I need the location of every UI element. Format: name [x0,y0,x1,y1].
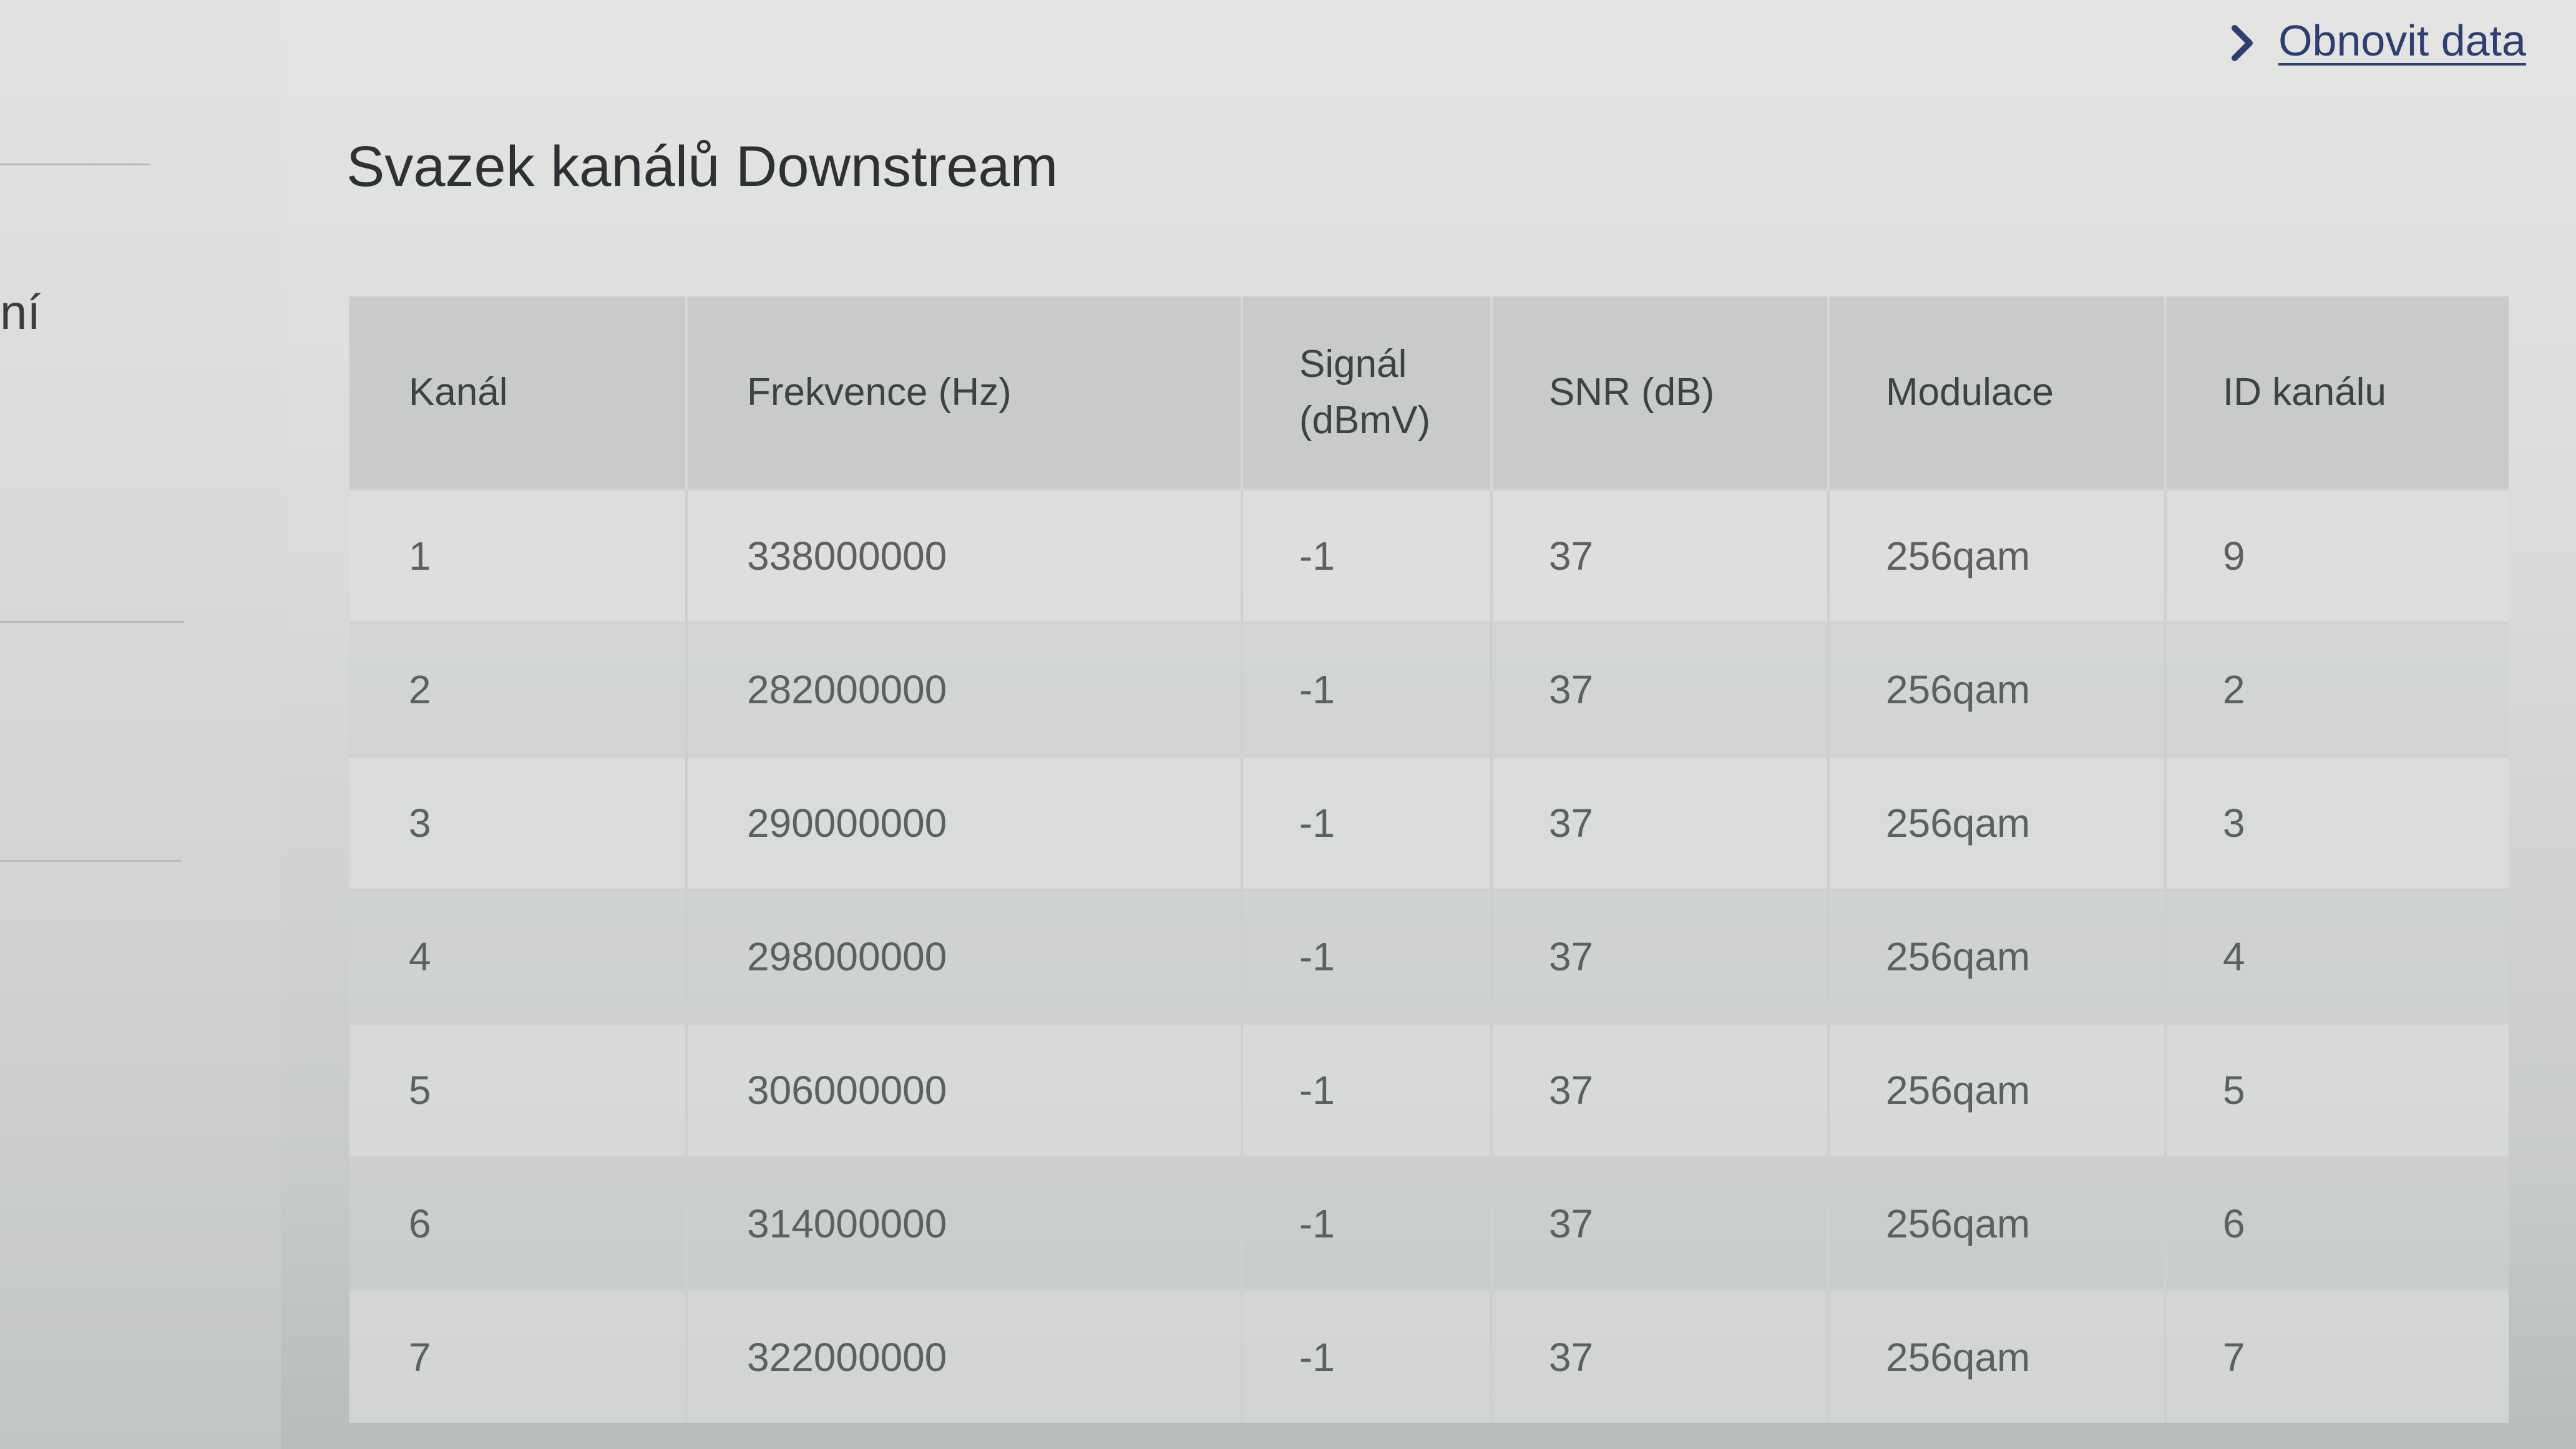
table-row: 3 290000000 -1 37 256qam 3 [349,755,2509,890]
cell-snr: 37 [1490,1022,1828,1157]
cell-frequency: 322000000 [685,1289,1242,1423]
cell-signal: -1 [1241,488,1491,623]
column-header-signal-line2: (dBmV) [1299,398,1431,442]
page-title: Svazek kanálů Downstream [346,135,1058,198]
table-row: 7 322000000 -1 37 256qam 7 [349,1289,2509,1423]
cell-modulation: 256qam [1827,1022,2165,1157]
table-row: 1 338000000 -1 37 256qam 9 [349,488,2509,623]
cell-frequency: 290000000 [685,755,1242,890]
column-header-snr: SNR (dB) [1490,296,1828,489]
column-header-frequency: Frekvence (Hz) [685,296,1242,489]
sidebar-divider [0,163,150,165]
refresh-data-label[interactable]: Obnovit data [2278,16,2526,66]
downstream-channel-table: Kanál Frekvence (Hz) Signál (dBmV) SNR (… [349,296,2509,1423]
table-row: 4 298000000 -1 37 256qam 4 [349,889,2509,1023]
cell-signal: -1 [1241,622,1491,756]
column-header-modulation: Modulace [1827,296,2165,489]
cell-signal: -1 [1241,1289,1491,1423]
chevron-right-icon [2223,22,2261,61]
sidebar: ní [0,0,281,1449]
cell-frequency: 338000000 [685,488,1242,623]
cell-modulation: 256qam [1827,1156,2165,1290]
cell-channel: 1 [349,488,686,623]
cell-channel-id: 3 [2164,755,2509,890]
sidebar-divider [0,860,181,862]
cell-signal: -1 [1241,889,1491,1023]
cell-frequency: 306000000 [685,1022,1242,1157]
cell-snr: 37 [1490,1289,1828,1423]
cell-modulation: 256qam [1827,1289,2165,1423]
cell-channel-id: 7 [2164,1289,2509,1423]
cell-snr: 37 [1490,755,1828,890]
cell-snr: 37 [1490,1156,1828,1290]
column-header-channel-id: ID kanálu [2164,296,2509,489]
column-header-signal: Signál (dBmV) [1241,296,1491,489]
cell-channel-id: 9 [2164,488,2509,623]
cell-frequency: 282000000 [685,622,1242,756]
table-row: 2 282000000 -1 37 256qam 2 [349,622,2509,756]
page: ní Obnovit data Svazek kanálů Downstream… [0,0,2576,1449]
cell-snr: 37 [1490,889,1828,1023]
cell-channel: 5 [349,1022,686,1157]
cell-channel-id: 4 [2164,889,2509,1023]
cell-modulation: 256qam [1827,488,2165,623]
table-row: 6 314000000 -1 37 256qam 6 [349,1156,2509,1290]
cell-signal: -1 [1241,1156,1491,1290]
cell-modulation: 256qam [1827,755,2165,890]
refresh-data-link[interactable]: Obnovit data [2223,16,2526,66]
cell-channel: 3 [349,755,686,890]
cell-channel: 2 [349,622,686,756]
column-header-channel: Kanál [349,296,686,489]
cell-modulation: 256qam [1827,889,2165,1023]
cell-frequency: 314000000 [685,1156,1242,1290]
cell-modulation: 256qam [1827,622,2165,756]
table-row: 5 306000000 -1 37 256qam 5 [349,1022,2509,1157]
cell-channel-id: 6 [2164,1156,2509,1290]
sidebar-item-partial[interactable]: ní [0,284,41,341]
cell-channel: 7 [349,1289,686,1423]
cell-frequency: 298000000 [685,889,1242,1023]
cell-snr: 37 [1490,488,1828,623]
table-header-row: Kanál Frekvence (Hz) Signál (dBmV) SNR (… [349,296,2509,489]
cell-snr: 37 [1490,622,1828,756]
cell-channel: 6 [349,1156,686,1290]
cell-channel-id: 2 [2164,622,2509,756]
cell-signal: -1 [1241,755,1491,890]
sidebar-divider [0,621,184,623]
cell-channel: 4 [349,889,686,1023]
cell-channel-id: 5 [2164,1022,2509,1157]
column-header-signal-line1: Signál [1299,342,1407,386]
cell-signal: -1 [1241,1022,1491,1157]
